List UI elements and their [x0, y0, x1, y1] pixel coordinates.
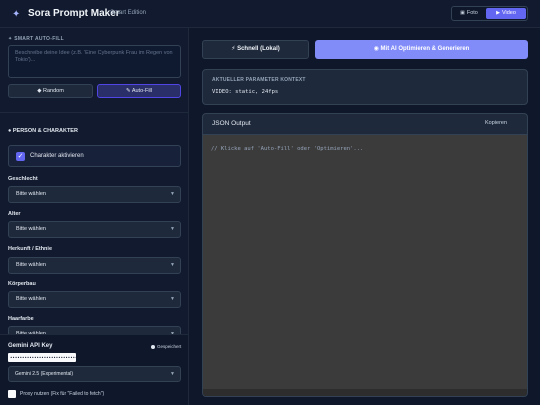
json-output-panel: JSON Output Kopieren // Klicke auf 'Auto… [202, 113, 528, 397]
json-title: JSON Output [212, 120, 251, 127]
character-toggle-label: Charakter aktivieren [30, 153, 84, 159]
robot-icon: ◉ [373, 46, 381, 52]
mode-foto-label: Foto [466, 10, 478, 16]
random-button[interactable]: ◆ Random [8, 84, 93, 98]
age-select[interactable]: Bitte wählen ▼ [8, 221, 181, 238]
gender-label: Geschlecht [8, 176, 38, 182]
api-key-input[interactable]: •••••••••••••••••••••••••••••••• [8, 353, 76, 362]
divider [0, 112, 188, 113]
origin-select[interactable]: Bitte wählen ▼ [8, 257, 181, 274]
mode-video-button[interactable]: ▶ Video [486, 8, 526, 19]
mode-toggle: ▣ Foto ▶ Video [451, 6, 528, 21]
gender-select[interactable]: Bitte wählen ▼ [8, 186, 181, 203]
mode-video-label: Video [501, 10, 516, 16]
saved-status: Gespeichert [151, 344, 181, 349]
context-title: AKTUELLER PARAMETER KONTEXT [212, 77, 306, 83]
autofill-button[interactable]: ✎ Auto-Fill [97, 84, 181, 98]
chevron-down-icon: ▼ [170, 262, 175, 268]
context-value: VIDEO: static, 24fps [212, 89, 279, 95]
json-scrollbar[interactable] [203, 389, 527, 396]
local-generate-button[interactable]: ⚡ Schnell (Lokal) [202, 40, 309, 59]
wand-icon: ✦ [12, 9, 21, 20]
json-editor[interactable]: // Klicke auf 'Auto-Fill' oder 'Optimier… [203, 135, 527, 389]
checkbox-checked-icon[interactable]: ✓ [16, 152, 25, 161]
app-title: Sora Prompt Maker [28, 8, 120, 19]
origin-label: Herkunft / Ethnie [8, 246, 53, 252]
top-bar: ✦ Sora Prompt Maker Smart Edition ▣ Foto … [0, 0, 540, 28]
character-toggle[interactable]: ✓ Charakter aktivieren [8, 145, 181, 167]
proxy-checkbox[interactable] [8, 390, 16, 398]
idea-input[interactable]: Beschreibe deine Idee (z.B. 'Eine Cyberp… [8, 45, 181, 78]
proxy-label: Proxy nutzen (Fix für "Failed to fetch") [20, 391, 105, 397]
copy-button[interactable]: Kopieren [485, 120, 507, 126]
sidebar: ✦ SMART AUTO-FILL Beschreibe deine Idee … [0, 28, 189, 405]
ai-optimize-button[interactable]: ◉ Mit AI Optimieren & Generieren [315, 40, 528, 59]
model-select[interactable]: Gemini 2.5 (Experimental) ▼ [8, 366, 181, 382]
json-placeholder: // Klicke auf 'Auto-Fill' oder 'Optimier… [211, 146, 364, 152]
chevron-down-icon: ▼ [170, 371, 175, 377]
api-panel: Gemini API Key Gespeichert •••••••••••••… [0, 334, 188, 405]
person-section-heading: ● PERSON & CHARAKTER [8, 128, 78, 134]
mode-foto-button[interactable]: ▣ Foto [454, 8, 484, 19]
body-type-label: Körperbau [8, 281, 36, 287]
json-header: JSON Output Kopieren [203, 114, 527, 135]
video-icon: ▶ [496, 10, 500, 16]
api-key-label: Gemini API Key [8, 343, 53, 349]
smart-autofill-heading: ✦ SMART AUTO-FILL [8, 36, 64, 42]
hair-color-label: Haarfarbe [8, 316, 34, 322]
age-label: Alter [8, 211, 21, 217]
chevron-down-icon: ▼ [170, 296, 175, 302]
chevron-down-icon: ▼ [170, 191, 175, 197]
parameter-context-panel: AKTUELLER PARAMETER KONTEXT VIDEO: stati… [202, 69, 528, 105]
app-subtitle: Smart Edition [110, 10, 147, 16]
chevron-down-icon: ▼ [170, 226, 175, 232]
body-type-select[interactable]: Bitte wählen ▼ [8, 291, 181, 308]
image-icon: ▣ [460, 10, 465, 16]
status-dot-icon [151, 344, 155, 349]
